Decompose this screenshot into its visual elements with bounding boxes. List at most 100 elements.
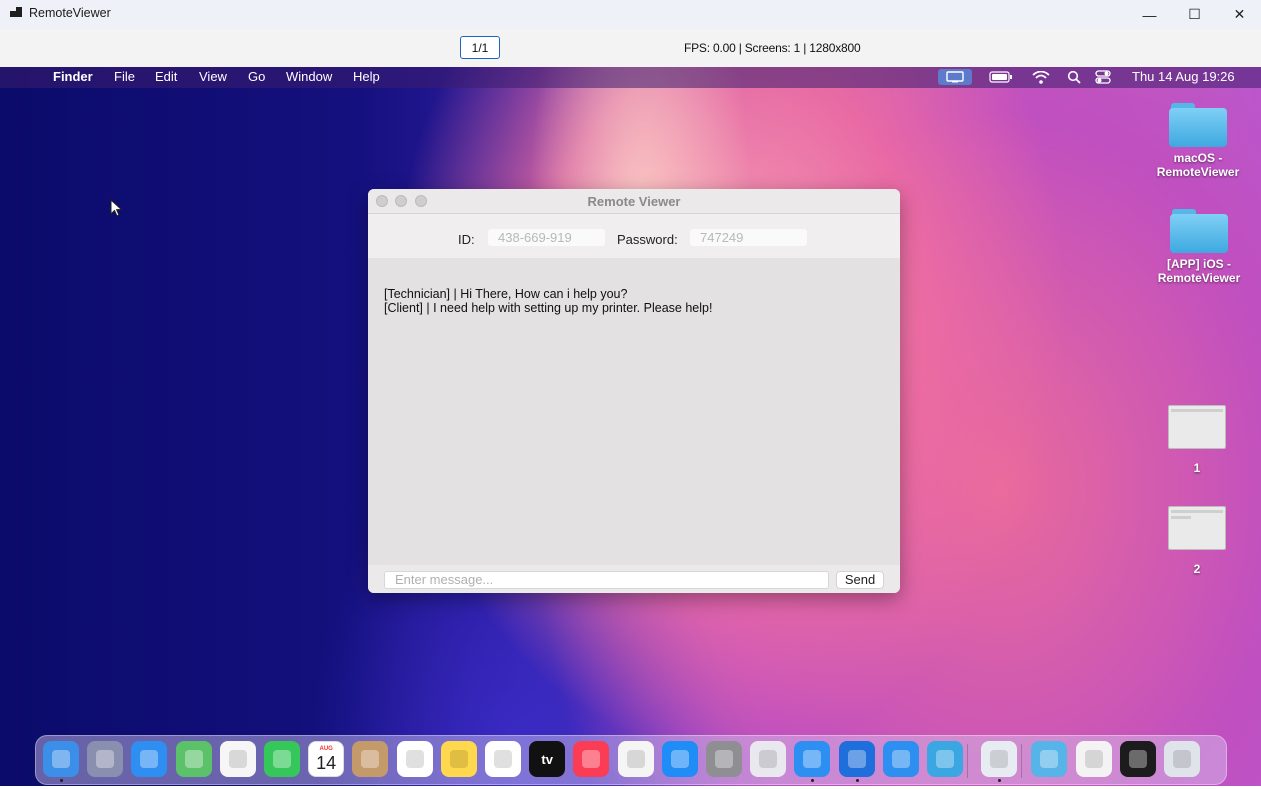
reminders-icon[interactable] <box>396 741 433 777</box>
dock-running-indicator <box>855 779 859 782</box>
photos-glyph <box>228 750 247 768</box>
remoteviewer-app-icon <box>10 7 22 19</box>
id-label: ID: <box>458 232 475 247</box>
terminal-glyph <box>1128 750 1147 768</box>
remote-viewer-window: Remote Viewer ID: 438-669-919 Password: … <box>368 189 900 593</box>
menu-go[interactable]: Go <box>248 69 265 84</box>
finder-icon[interactable] <box>43 741 79 777</box>
tv-icon[interactable]: tv <box>529 741 566 777</box>
desktop-icon-label: 1 <box>1193 461 1201 475</box>
control-center-icon[interactable] <box>1094 69 1112 85</box>
maps-icon[interactable] <box>175 741 212 777</box>
chat-log[interactable]: [Technician] | Hi There, How can i help … <box>368 258 900 565</box>
viewer-toolbar: 1/1 FPS: 0.00 | Screens: 1 | 1280x800 <box>0 29 1261 67</box>
dock-running-indicator <box>811 779 815 782</box>
photos-icon[interactable] <box>219 741 256 777</box>
battery-icon[interactable] <box>988 69 1014 85</box>
apple-tv-label: tv <box>541 751 553 767</box>
settings-icon[interactable] <box>706 741 742 777</box>
iphone-mirroring-icon[interactable] <box>750 741 787 777</box>
notes-icon[interactable] <box>440 741 477 777</box>
downloads-folder-icon[interactable] <box>1031 741 1068 777</box>
recent-window-glyph <box>1084 750 1103 768</box>
calendar-icon[interactable]: AUG 14 <box>308 741 345 777</box>
music-glyph <box>582 750 601 768</box>
maximize-button[interactable]: ☐ <box>1172 0 1217 29</box>
compose-bar: Enter message... Send <box>368 565 900 593</box>
dock-running-indicator <box>998 779 1002 782</box>
launchpad-icon[interactable] <box>87 741 124 777</box>
dock-running-indicator <box>60 779 63 782</box>
preview-glyph <box>990 750 1009 768</box>
facetime-glyph <box>273 750 291 768</box>
system-settings-glyph <box>715 750 733 768</box>
minimize-icon: — <box>1142 6 1157 23</box>
menu-view[interactable]: View <box>199 69 227 84</box>
contacts-icon[interactable] <box>352 741 389 777</box>
mail-icon[interactable] <box>131 741 168 777</box>
window-thumbnail-icon[interactable] <box>1075 741 1112 777</box>
window-title: RemoteViewer <box>29 6 111 20</box>
id-field[interactable]: 438-669-919 <box>488 229 605 246</box>
mail-glyph <box>140 750 159 768</box>
screen-mirror-icon[interactable] <box>938 69 972 85</box>
menu-edit[interactable]: Edit <box>155 69 177 84</box>
downloads-glyph <box>1040 750 1059 768</box>
news-icon[interactable] <box>617 741 654 777</box>
menu-finder[interactable]: Finder <box>53 69 93 84</box>
close-icon: ✕ <box>1233 6 1246 22</box>
spotlight-search-icon[interactable] <box>1066 69 1082 85</box>
desktop-file-screenshot-2[interactable]: 2 <box>1147 506 1247 576</box>
password-field[interactable]: 747249 <box>690 229 807 246</box>
menubar-clock[interactable]: Thu 14 Aug 19:26 <box>1132 69 1235 84</box>
window-titlebar: RemoteViewer — ☐ ✕ <box>0 0 1261 29</box>
message-input[interactable]: Enter message... <box>384 571 829 589</box>
screenshot-icon <box>1168 405 1226 449</box>
menu-file[interactable]: File <box>114 69 135 84</box>
maximize-icon: ☐ <box>1188 6 1201 22</box>
remoteviewer-app-icon[interactable] <box>927 741 963 777</box>
wifi-icon[interactable] <box>1031 69 1051 85</box>
desktop-file-screenshot-1[interactable]: 1 <box>1147 405 1247 475</box>
xcode-icon[interactable] <box>838 741 875 777</box>
safari-icon[interactable] <box>794 741 831 777</box>
mac-dock: AUG 14 tv <box>35 735 1227 785</box>
calendar-day-label: 14 <box>316 752 337 773</box>
desktop-folder-ios-remoteviewer[interactable]: [APP] iOS - RemoteViewer <box>1149 209 1249 285</box>
desktop-icon-label: [APP] iOS - RemoteViewer <box>1157 257 1241 285</box>
remote-viewer-titlebar: Remote Viewer <box>368 189 900 214</box>
close-button[interactable]: ✕ <box>1217 0 1261 29</box>
screenshot-icon <box>1168 506 1226 550</box>
preview-icon[interactable] <box>981 741 1018 777</box>
xcode-glyph <box>847 750 866 768</box>
app-store-glyph <box>670 750 689 768</box>
session-credentials: ID: 438-669-919 Password: 747249 <box>368 214 900 258</box>
instruments-icon[interactable] <box>882 741 919 777</box>
chat-message: [Client] | I need help with setting up m… <box>384 301 713 315</box>
desktop-icon-label: 2 <box>1193 562 1201 576</box>
music-icon[interactable] <box>573 741 610 777</box>
app-store-icon[interactable] <box>661 741 698 777</box>
reminders-glyph <box>405 750 424 768</box>
folder-icon <box>1170 209 1228 253</box>
dock-separator <box>967 744 969 778</box>
trash-icon[interactable] <box>1164 741 1200 777</box>
desktop-folder-macos-remoteviewer[interactable]: macOS - RemoteViewer <box>1148 103 1248 179</box>
remote-desktop-view[interactable]: Finder File Edit View Go Window Help Thu… <box>0 67 1261 786</box>
chat-message: [Technician] | Hi There, How can i help … <box>384 287 628 301</box>
remote-viewer-title: Remote Viewer <box>587 194 681 209</box>
mac-menubar: Finder File Edit View Go Window Help Thu… <box>0 67 1261 88</box>
safari-glyph <box>803 750 822 768</box>
screen-pager-button[interactable]: 1/1 <box>460 36 500 59</box>
minimize-button[interactable]: — <box>1127 0 1172 29</box>
menu-window[interactable]: Window <box>286 69 332 84</box>
maps-glyph <box>184 750 203 768</box>
send-button[interactable]: Send <box>836 571 884 589</box>
menu-help[interactable]: Help <box>353 69 380 84</box>
finder-glyph <box>52 750 70 768</box>
desktop-icon-label: macOS - RemoteViewer <box>1156 151 1240 179</box>
facetime-icon[interactable] <box>264 741 300 777</box>
freeform-icon[interactable] <box>485 741 521 777</box>
terminal-icon[interactable] <box>1119 741 1156 777</box>
news-glyph <box>626 750 645 768</box>
